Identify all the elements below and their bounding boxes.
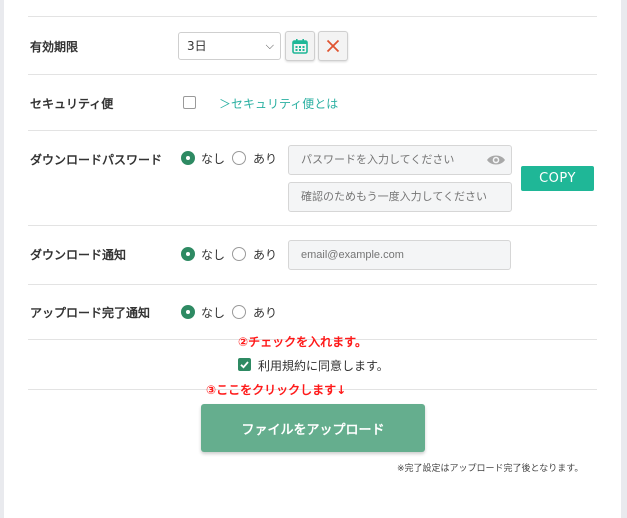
password-input[interactable] xyxy=(288,145,512,175)
upload-notify-radio-none[interactable] xyxy=(181,305,195,319)
check-icon xyxy=(240,361,249,369)
close-icon xyxy=(326,39,340,53)
password-radio-yes[interactable] xyxy=(232,151,246,165)
clear-expiry-button[interactable] xyxy=(318,31,348,61)
upload-notify-radio-yes[interactable] xyxy=(232,305,246,319)
divider xyxy=(28,74,597,75)
password-radio-none-label: なし xyxy=(201,152,226,166)
password-radio-none[interactable] xyxy=(181,151,195,165)
upload-notify-label: アップロード完了通知 xyxy=(30,306,151,320)
divider xyxy=(28,284,597,285)
expiry-selected-value: 3日 xyxy=(187,39,207,53)
download-notify-radio-yes-label: あり xyxy=(253,248,278,262)
expiry-select[interactable]: 3日 ⌵ xyxy=(178,32,281,60)
footnote: ※完了設定はアップロード完了後となります。 xyxy=(397,464,584,474)
expiry-label: 有効期限 xyxy=(30,40,79,54)
password-confirm-input[interactable] xyxy=(288,182,512,212)
upload-notify-radio-none-label: なし xyxy=(201,306,226,320)
step3-annotation: ③ここをクリックします↓ xyxy=(206,383,347,397)
divider xyxy=(28,130,597,131)
copy-password-button[interactable]: COPY xyxy=(521,166,594,191)
step2-annotation: ②チェックを入れます。 xyxy=(238,335,367,349)
password-radio-yes-label: あり xyxy=(253,152,278,166)
download-notify-label: ダウンロード通知 xyxy=(30,248,127,262)
download-notify-radio-none-label: なし xyxy=(201,248,226,262)
security-info-link[interactable]: ＞セキュリティ便とは xyxy=(219,95,338,112)
chevron-down-icon: ⌵ xyxy=(265,39,274,52)
divider xyxy=(28,16,597,17)
security-checkbox[interactable] xyxy=(183,96,196,109)
calendar-icon xyxy=(292,39,308,54)
terms-label: 利用規約に同意します。 xyxy=(258,359,389,373)
upload-file-button[interactable]: ファイルをアップロード xyxy=(201,404,425,452)
security-label: セキュリティ便 xyxy=(30,97,114,111)
download-password-label: ダウンロードパスワード xyxy=(30,153,163,167)
terms-checkbox[interactable] xyxy=(238,358,251,371)
upload-notify-radio-yes-label: あり xyxy=(253,306,278,320)
download-notify-radio-none[interactable] xyxy=(181,247,195,261)
eye-icon[interactable] xyxy=(486,154,506,166)
divider xyxy=(28,225,597,226)
calendar-button[interactable] xyxy=(285,31,315,61)
notify-email-input[interactable] xyxy=(288,240,511,270)
download-notify-radio-yes[interactable] xyxy=(232,247,246,261)
